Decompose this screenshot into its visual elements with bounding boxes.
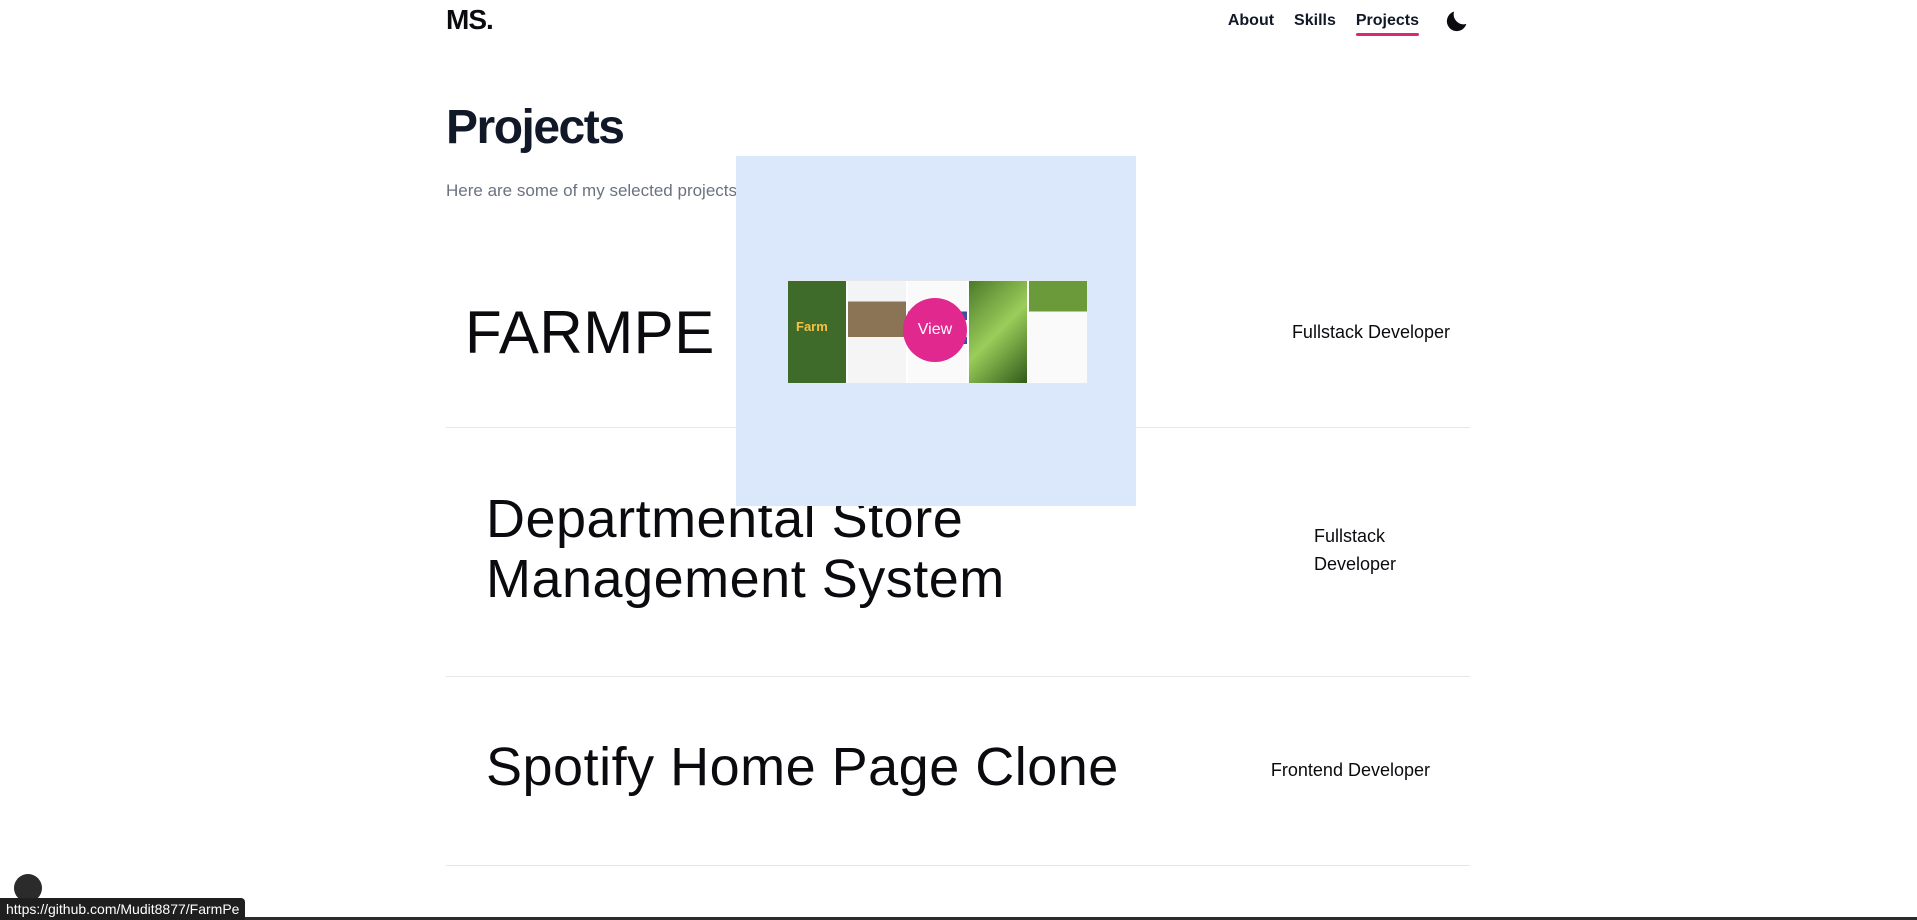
theme-toggle-button[interactable] <box>1443 7 1471 35</box>
project-role: Fullstack Developer <box>1291 322 1450 342</box>
app-screenshot: Farm <box>788 281 847 383</box>
page-title: Projects <box>446 101 625 154</box>
project-title: FARMPE <box>465 299 715 366</box>
project-role: Fullstack Developer <box>1314 526 1397 574</box>
project-role: Frontend Developer <box>1270 760 1430 780</box>
app-logo-text: Farm <box>796 319 828 334</box>
project-row-spotify-clone[interactable]: Spotify Home Page Clone Frontend Develop… <box>446 676 1470 866</box>
project-title: Spotify Home Page Clone <box>486 737 1119 797</box>
app-screenshot <box>1028 281 1087 383</box>
page-subtitle: Here are some of my selected projects <box>446 181 738 200</box>
site-logo[interactable]: MS. <box>446 4 494 36</box>
app-screenshot <box>968 281 1027 383</box>
nav-link-about[interactable]: About <box>1228 12 1274 34</box>
project-preview-modal[interactable]: Farm View <box>736 156 1136 506</box>
main-nav: About Skills Projects <box>1228 9 1471 37</box>
nav-link-skills[interactable]: Skills <box>1294 12 1336 34</box>
app-screenshot <box>848 281 907 383</box>
status-bar-url: https://github.com/Mudit8877/FarmPe <box>0 898 246 920</box>
nav-link-projects[interactable]: Projects <box>1355 12 1420 36</box>
view-button[interactable]: View <box>903 298 967 362</box>
project-title: Departmental Store Management System <box>486 489 1005 609</box>
moon-icon <box>1446 11 1467 32</box>
